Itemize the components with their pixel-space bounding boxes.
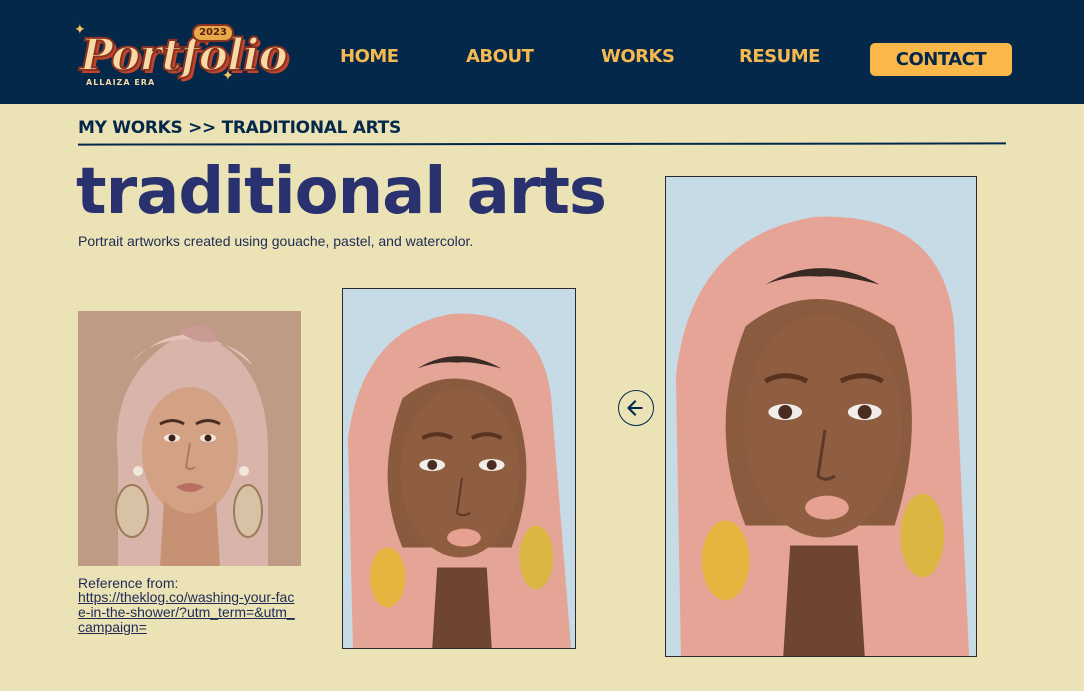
reference-link[interactable]: https://theklog.co/washing-your-face-in-… <box>78 590 298 635</box>
nav-about[interactable]: ABOUT <box>466 46 534 67</box>
breadcrumb-divider <box>77 142 1007 146</box>
logo-year-badge: 2023 <box>192 24 234 42</box>
arrow-left-icon[interactable] <box>618 390 654 426</box>
portfolio-logo[interactable]: ✦ ✦ Portfolio 2023 ALLAIZA ERA <box>72 16 289 92</box>
painting-thumbnail[interactable] <box>342 288 576 649</box>
nav-works[interactable]: WORKS <box>601 46 675 67</box>
page-title: traditional arts <box>76 155 607 229</box>
reference-photo <box>78 311 301 566</box>
contact-button[interactable]: CONTACT <box>870 43 1012 76</box>
painting-large-preview <box>665 176 977 657</box>
nav-resume[interactable]: RESUME <box>739 46 820 67</box>
logo-wordmark: Portfolio <box>79 29 289 82</box>
site-header: ✦ ✦ Portfolio 2023 ALLAIZA ERA HOME ABOU… <box>0 0 1084 104</box>
breadcrumb: MY WORKS >> TRADITIONAL ARTS <box>78 118 401 138</box>
nav-home[interactable]: HOME <box>340 46 399 67</box>
logo-subtitle: ALLAIZA ERA <box>86 78 156 87</box>
page-subtitle: Portrait artworks created using gouache,… <box>78 233 474 249</box>
